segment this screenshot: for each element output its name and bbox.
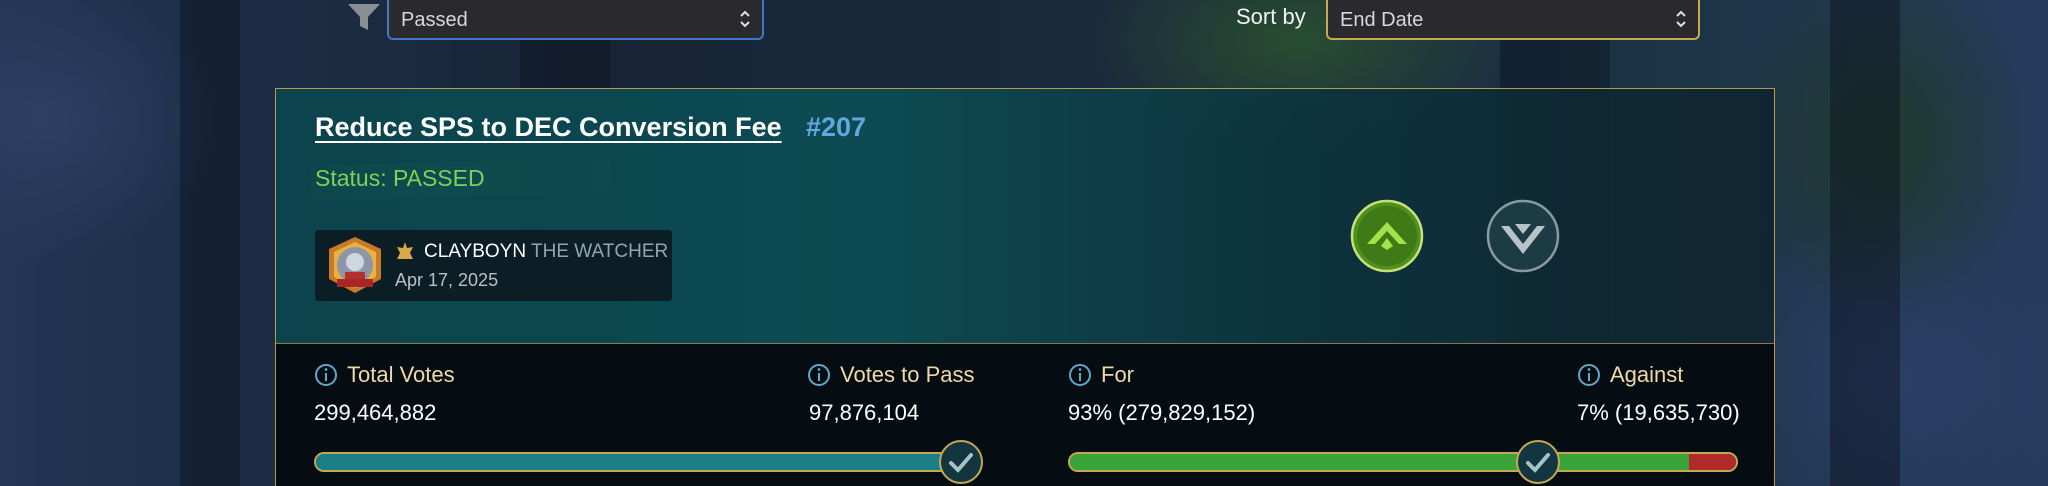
against-progress-fill <box>1689 454 1736 470</box>
crown-icon <box>397 242 413 259</box>
sort-value: End Date <box>1340 9 1424 31</box>
against-label: Against <box>1577 362 1683 388</box>
chevron-updown-icon <box>740 10 750 28</box>
check-icon <box>939 440 983 484</box>
author-name: CLAYBOYN THE WATCHER <box>424 241 668 263</box>
total-votes-label: Total Votes <box>314 362 455 388</box>
proposal-status: Status: PASSED <box>310 155 612 203</box>
for-value: 93% (279,829,152) <box>1068 400 1256 425</box>
proposal-card: Reduce SPS to DEC Conversion Fee #207 St… <box>275 88 1775 486</box>
proposal-title-link[interactable]: Reduce SPS to DEC Conversion Fee <box>315 112 782 143</box>
votes-to-pass-label: Votes to Pass <box>807 362 975 388</box>
for-progress-fill <box>1070 454 1690 470</box>
background-trunk <box>180 0 240 486</box>
votes-to-pass-label-text: Votes to Pass <box>840 362 975 387</box>
filter-icon[interactable] <box>346 2 382 32</box>
status-filter-value: Passed <box>401 9 468 31</box>
proposal-header: Reduce SPS to DEC Conversion Fee #207 St… <box>276 89 1774 344</box>
total-votes-progress-fill <box>316 454 972 470</box>
sort-label: Sort by <box>1236 4 1306 29</box>
vote-stats-panel: Total Votes 299,464,882 Votes to Pass 97… <box>276 344 1774 486</box>
for-label: For <box>1068 362 1134 388</box>
total-votes-value: 299,464,882 <box>314 400 437 425</box>
total-votes-label-text: Total Votes <box>347 362 455 387</box>
info-icon[interactable] <box>1577 363 1601 387</box>
author-username: CLAYBOYN <box>424 241 527 262</box>
proposal-status-text: Status: PASSED <box>315 165 485 191</box>
votes-to-pass-value: 97,876,104 <box>809 400 920 425</box>
info-icon[interactable] <box>314 363 338 387</box>
status-filter-select[interactable]: Passed <box>387 0 764 40</box>
author-card[interactable]: CLAYBOYN THE WATCHER Apr 17, 2025 <box>315 230 672 301</box>
upvote-button[interactable] <box>1349 198 1425 274</box>
chevron-updown-icon <box>1676 10 1686 28</box>
against-label-text: Against <box>1610 362 1684 387</box>
info-icon[interactable] <box>1068 363 1092 387</box>
for-against-progress-bar <box>1068 452 1738 472</box>
sort-select[interactable]: End Date <box>1326 0 1700 40</box>
for-label-text: For <box>1101 362 1134 387</box>
total-votes-progress-bar <box>314 452 974 472</box>
against-value: 7% (19,635,730) <box>1577 400 1740 425</box>
author-title: THE WATCHER <box>531 241 669 262</box>
avatar[interactable] <box>325 235 385 295</box>
check-icon <box>1516 440 1560 484</box>
downvote-button[interactable] <box>1485 198 1561 274</box>
proposal-number: #207 <box>806 112 867 142</box>
info-icon[interactable] <box>807 363 831 387</box>
background-trunk <box>1830 0 1900 486</box>
proposal-date: Apr 17, 2025 <box>395 270 499 290</box>
